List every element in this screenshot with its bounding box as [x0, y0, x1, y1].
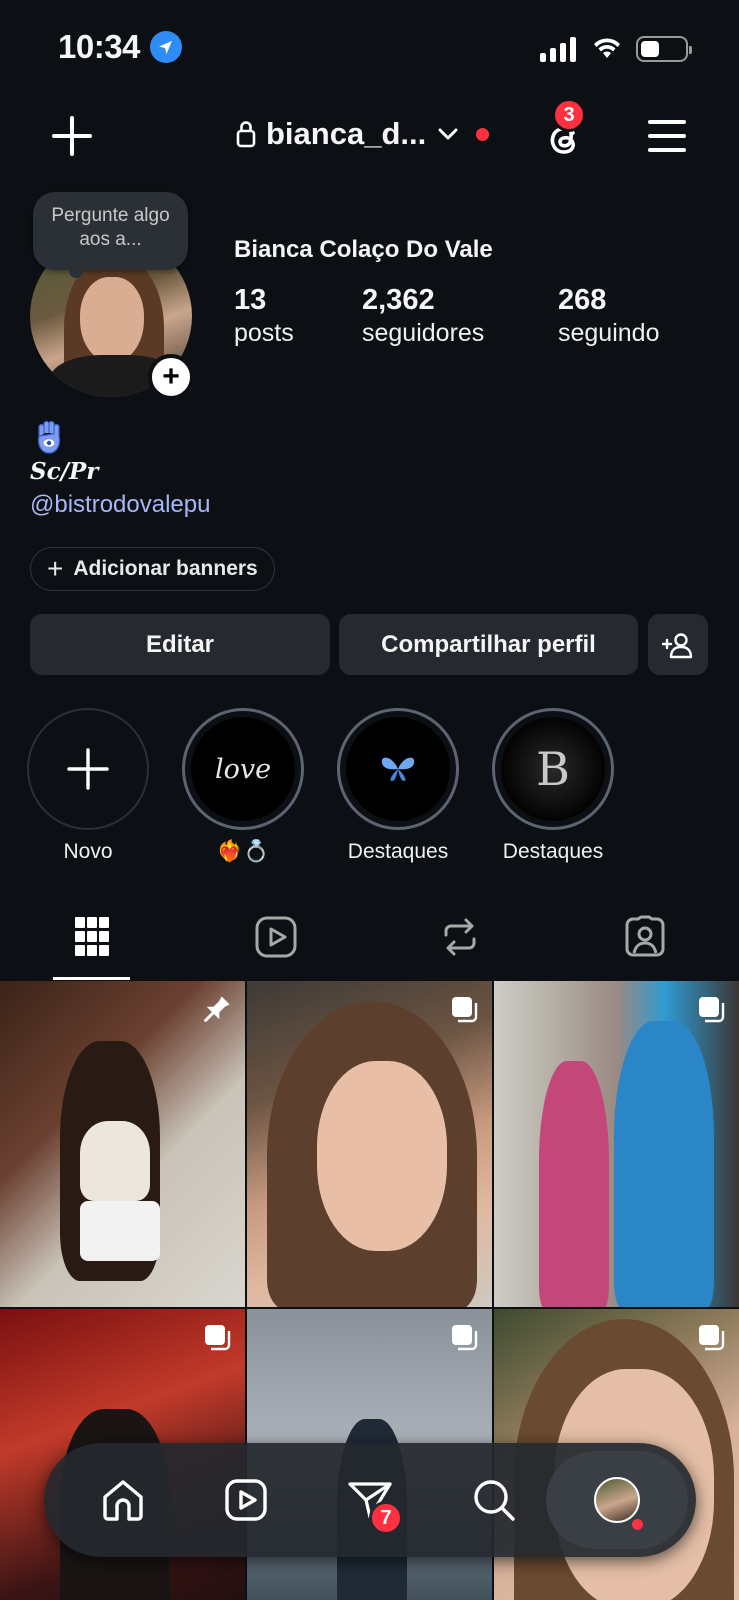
reels-icon [225, 1479, 267, 1521]
battery-icon [636, 36, 692, 62]
wifi-icon [592, 36, 622, 65]
menu-hamburger-icon[interactable] [648, 120, 688, 152]
tab-reels[interactable] [236, 905, 316, 981]
stat-posts[interactable]: 13 posts [234, 284, 294, 348]
carousel-icon [699, 1325, 725, 1351]
pin-icon [204, 996, 230, 1022]
profile-avatar-icon [594, 1477, 640, 1523]
cellular-signal-icon [540, 36, 576, 62]
highlight-love[interactable]: love ❤️‍🔥💍 [181, 708, 305, 864]
stat-followers[interactable]: 2,362 seguidores [362, 284, 484, 348]
unread-dot [476, 127, 490, 141]
stat-posts-value: 13 [234, 284, 267, 316]
highlight-destaques-butterfly[interactable]: Destaques [336, 708, 460, 864]
nav-reels[interactable] [196, 1443, 296, 1557]
add-story-plus-icon[interactable]: + [148, 354, 194, 400]
carousel-icon [452, 1325, 478, 1351]
status-bar: 10:34 [0, 0, 739, 95]
threads-notification-badge: 3 [552, 98, 586, 132]
nav-profile[interactable] [567, 1443, 667, 1557]
tab-reposts[interactable] [420, 905, 500, 981]
bio-text: Sc/Pr [30, 458, 99, 485]
bottom-navigation [44, 1443, 696, 1557]
highlight-new-ring [27, 708, 149, 830]
highlight-label: ❤️‍🔥💍 [216, 840, 270, 863]
status-time: 10:34 [58, 28, 140, 65]
reposts-icon [444, 918, 476, 956]
stat-posts-label: posts [234, 319, 294, 347]
highlight-cover: B [501, 717, 605, 821]
messages-notification-badge: 7 [369, 1501, 403, 1535]
grid-icon [75, 917, 109, 956]
reels-icon [255, 916, 297, 958]
add-banners-button[interactable]: + Adicionar banners [30, 547, 275, 591]
stat-following-label: seguindo [558, 319, 660, 347]
carousel-icon [205, 1325, 231, 1351]
add-person-icon [662, 632, 693, 658]
nav-home[interactable] [73, 1443, 173, 1557]
carousel-icon [699, 997, 725, 1023]
tab-tagged[interactable] [605, 905, 685, 981]
highlight-ring [337, 708, 459, 830]
highlight-label: Destaques [502, 840, 604, 863]
create-plus-icon[interactable] [50, 114, 94, 158]
stat-followers-value: 2,362 [362, 284, 435, 316]
stat-followers-label: seguidores [362, 319, 485, 347]
tab-grid[interactable] [52, 905, 132, 981]
plus-icon [67, 748, 109, 790]
bio-mention-link[interactable]: @bistrodovalepu [30, 491, 210, 519]
highlight-label: Destaques [347, 840, 449, 863]
grid-post[interactable] [494, 981, 739, 1307]
highlight-cover: love [191, 717, 295, 821]
tagged-icon [625, 915, 665, 957]
search-icon [474, 1480, 515, 1521]
highlight-cover [346, 717, 450, 821]
grid-post[interactable] [0, 981, 245, 1307]
highlight-new[interactable]: Novo [26, 708, 150, 864]
add-banners-label: Adicionar banners [73, 557, 258, 580]
highlight-cover-text: B [536, 742, 570, 796]
plus-icon: + [47, 553, 64, 584]
nav-messages[interactable] [320, 1443, 420, 1557]
highlight-ring: B [492, 708, 614, 830]
grid-post[interactable] [247, 981, 492, 1307]
account-switcher[interactable]: bianca_d... [236, 116, 490, 152]
profile-top-bar: bianca_d... 3 [0, 98, 739, 175]
butterfly-icon [381, 757, 415, 781]
carousel-icon [452, 997, 478, 1023]
home-icon [103, 1480, 143, 1521]
highlight-destaques-b[interactable]: B Destaques [491, 708, 615, 864]
highlight-ring: love [182, 708, 304, 830]
chevron-down-icon [438, 128, 458, 140]
stat-following[interactable]: 268 seguindo [558, 284, 659, 348]
note-bubble[interactable]: Pergunte algo aos a... [33, 192, 188, 278]
nav-search[interactable] [444, 1443, 544, 1557]
highlight-cover-text: love [214, 753, 272, 785]
edit-profile-button[interactable]: Editar [30, 614, 330, 675]
location-arrow-icon [150, 31, 182, 63]
profile-notification-dot [632, 1519, 643, 1530]
active-tab-indicator [53, 977, 130, 980]
lock-icon [236, 121, 256, 148]
discover-people-button[interactable] [648, 614, 708, 675]
highlight-label: Novo [63, 840, 113, 863]
share-profile-button[interactable]: Compartilhar perfil [339, 614, 638, 675]
hamsa-icon [32, 420, 66, 456]
profile-content-tabs [0, 905, 739, 981]
profile-full-name: Bianca Colaço Do Vale [234, 236, 493, 263]
username-label: bianca_d... [266, 116, 427, 151]
stat-following-value: 268 [558, 284, 607, 316]
